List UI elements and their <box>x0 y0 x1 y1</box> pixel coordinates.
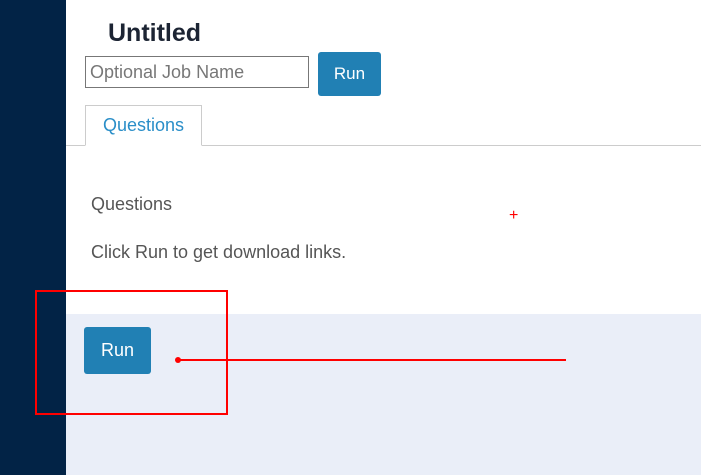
job-name-input[interactable] <box>85 56 309 88</box>
info-message: Click Run to get download links. <box>91 242 347 262</box>
annotation-highlight-box <box>35 290 228 415</box>
annotation-arrow-head-icon <box>175 357 181 363</box>
run-button-top[interactable]: Run <box>318 52 381 96</box>
section-heading: Questions <box>91 194 173 214</box>
annotation-crosshair-icon: + <box>509 207 519 224</box>
tab-questions[interactable]: Questions <box>85 105 202 146</box>
annotation-arrow-line <box>178 359 566 361</box>
page-title: Untitled <box>108 19 202 47</box>
